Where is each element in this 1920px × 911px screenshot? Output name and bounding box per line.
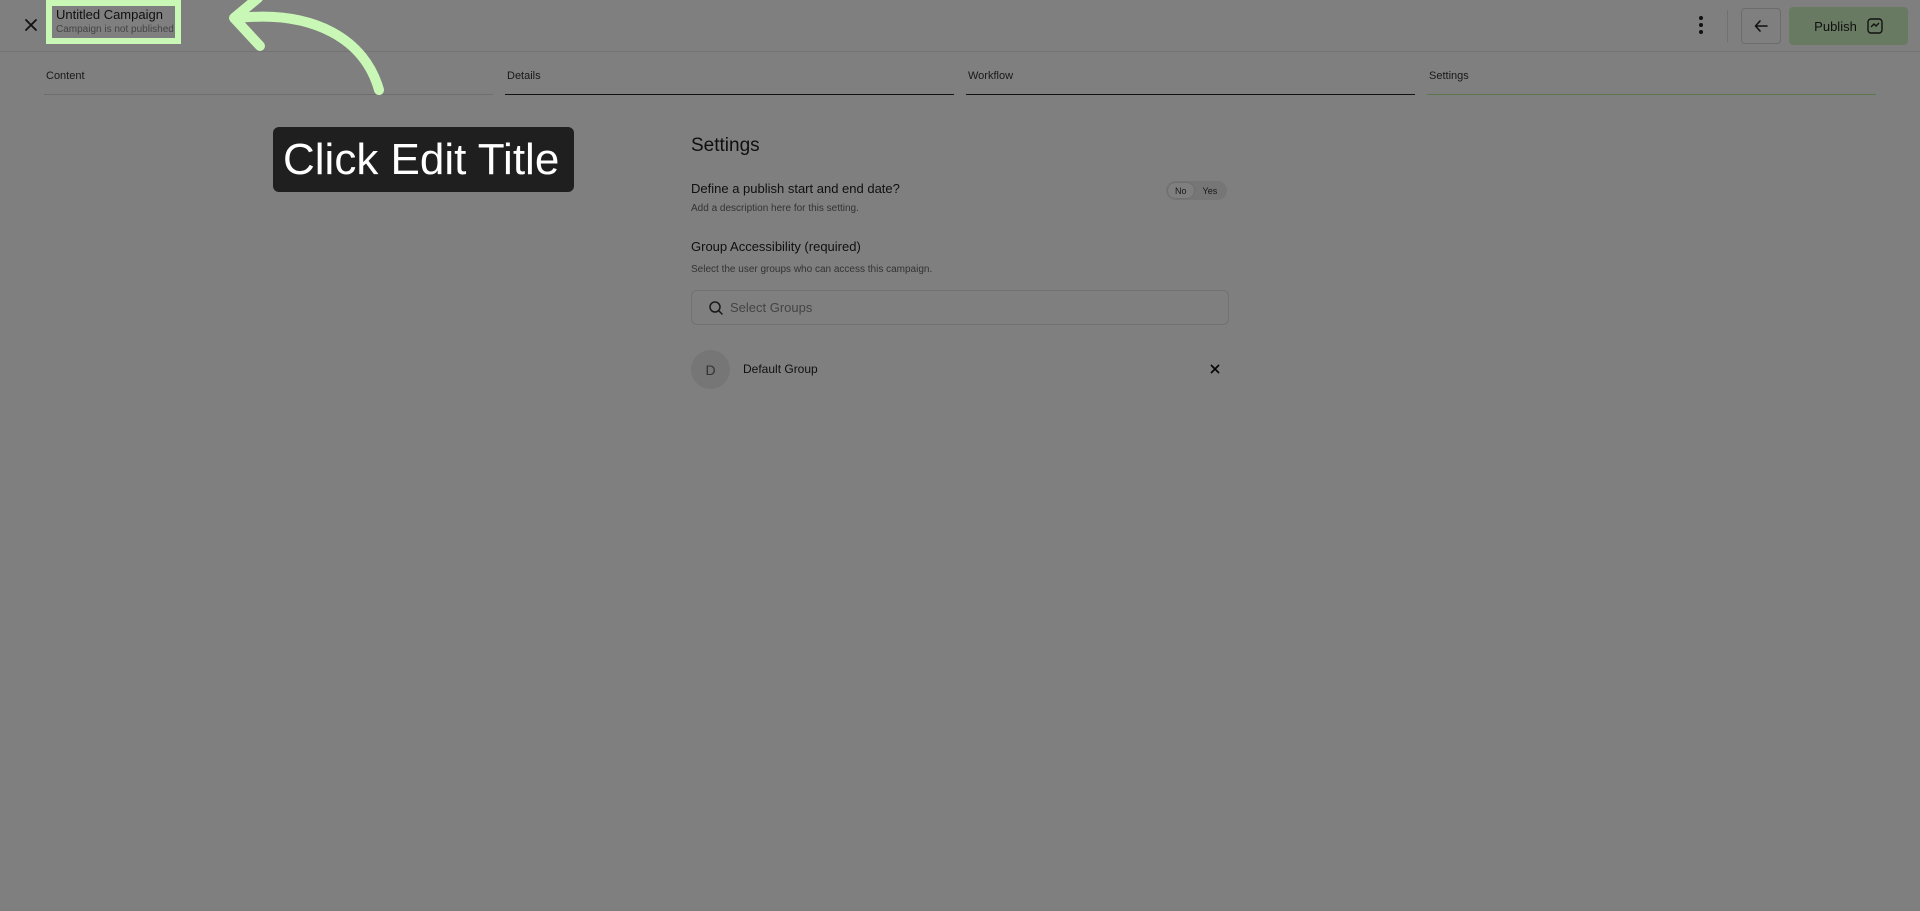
- settings-heading: Settings: [691, 135, 760, 156]
- tab-settings-label: Settings: [1429, 70, 1469, 82]
- avatar: D: [691, 350, 730, 389]
- arrow-left-icon: [1754, 20, 1768, 32]
- close-icon[interactable]: [20, 14, 42, 36]
- back-button[interactable]: [1741, 8, 1781, 44]
- campaign-title[interactable]: Untitled Campaign: [56, 8, 174, 22]
- tab-workflow[interactable]: Workflow: [966, 70, 1415, 95]
- group-name: Default Group: [743, 362, 818, 376]
- publish-dates-description: Add a description here for this setting.: [691, 203, 859, 214]
- list-item: D Default Group: [691, 350, 1229, 389]
- toggle-no[interactable]: No: [1168, 183, 1194, 198]
- tab-settings[interactable]: Settings: [1427, 70, 1876, 95]
- tab-details-label: Details: [507, 70, 541, 82]
- tutorial-callout: Click Edit Title: [273, 127, 574, 192]
- header-divider: [1727, 10, 1728, 42]
- top-bar: Untitled Campaign Campaign is not publis…: [0, 0, 1920, 52]
- tab-workflow-label: Workflow: [968, 70, 1014, 82]
- publish-label: Publish: [1814, 18, 1857, 34]
- tab-details[interactable]: Details: [505, 70, 954, 95]
- group-search-input[interactable]: [730, 291, 1220, 324]
- callout-text: Click Edit Title: [283, 134, 560, 184]
- campaign-subtitle: Campaign is not published: [56, 24, 174, 35]
- publish-icon: [1867, 18, 1883, 34]
- tab-content-label: Content: [46, 70, 85, 82]
- edit-title-button[interactable]: Untitled Campaign Campaign is not publis…: [56, 8, 174, 36]
- publish-dates-question: Define a publish start and end date?: [691, 181, 900, 196]
- tab-content[interactable]: Content: [44, 70, 493, 95]
- publish-dates-toggle[interactable]: No Yes: [1166, 181, 1227, 200]
- remove-group-icon[interactable]: [1208, 362, 1222, 376]
- group-accessibility-description: Select the user groups who can access th…: [691, 264, 933, 275]
- more-options-icon[interactable]: [1692, 14, 1710, 36]
- group-accessibility-label: Group Accessibility (required): [691, 239, 861, 254]
- toggle-yes[interactable]: Yes: [1196, 183, 1225, 198]
- publish-button[interactable]: Publish: [1789, 7, 1908, 45]
- group-search-field[interactable]: [691, 290, 1229, 325]
- search-icon: [709, 301, 723, 315]
